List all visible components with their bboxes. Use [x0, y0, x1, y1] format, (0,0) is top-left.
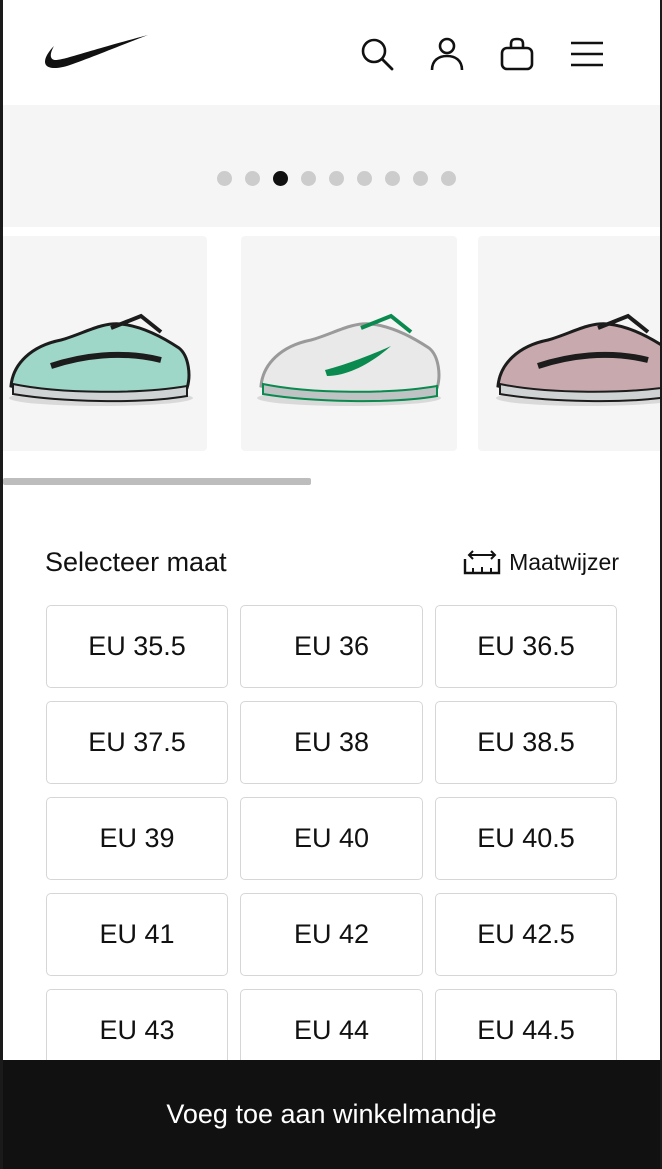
size-option[interactable]: EU 36 — [240, 605, 423, 688]
carousel-dot[interactable] — [384, 171, 400, 186]
size-option[interactable]: EU 41 — [46, 893, 228, 976]
search-icon[interactable] — [357, 34, 397, 74]
bag-icon[interactable] — [497, 34, 537, 74]
site-header — [0, 0, 662, 105]
sneaker-image — [257, 313, 441, 406]
carousel-dot[interactable] — [300, 171, 316, 186]
carousel-dot[interactable] — [440, 171, 456, 186]
sneaker-image — [496, 313, 660, 406]
nike-swoosh-logo[interactable] — [44, 32, 150, 74]
size-guide-label: Maatwijzer — [509, 548, 619, 575]
thumbnail-shoe-mauve[interactable] — [478, 236, 660, 451]
size-selector-header: Selecteer maat Maatwijzer — [45, 545, 619, 579]
thumbnail-shoe-green[interactable] — [241, 236, 457, 451]
size-option[interactable]: EU 37.5 — [46, 701, 228, 784]
size-option[interactable]: EU 40 — [240, 797, 423, 880]
carousel-dot[interactable] — [328, 171, 344, 186]
size-grid: EU 35.5 EU 36 EU 36.5 EU 37.5 EU 38 EU 3… — [46, 605, 617, 1072]
color-thumbnails — [3, 236, 660, 452]
size-option[interactable]: EU 42 — [240, 893, 423, 976]
carousel-dot[interactable] — [244, 171, 260, 186]
carousel-dot[interactable] — [412, 171, 428, 186]
ruler-icon — [463, 550, 501, 575]
size-option[interactable]: EU 38 — [240, 701, 423, 784]
size-guide-link[interactable]: Maatwijzer — [463, 545, 619, 579]
carousel-dot[interactable] — [216, 171, 232, 186]
size-option[interactable]: EU 42.5 — [435, 893, 617, 976]
sneaker-image — [9, 313, 193, 406]
size-option[interactable]: EU 38.5 — [435, 701, 617, 784]
size-option[interactable]: EU 40.5 — [435, 797, 617, 880]
menu-icon[interactable] — [567, 34, 607, 74]
carousel-dot[interactable] — [272, 171, 288, 186]
product-gallery[interactable] — [3, 105, 660, 227]
size-title: Selecteer maat — [45, 547, 227, 577]
size-option[interactable]: EU 35.5 — [46, 605, 228, 688]
add-to-cart-button[interactable]: Voeg toe aan winkelmandje — [3, 1060, 660, 1169]
carousel-dot[interactable] — [356, 171, 372, 186]
size-option[interactable]: EU 39 — [46, 797, 228, 880]
add-to-cart-label: Voeg toe aan winkelmandje — [166, 1099, 497, 1129]
thumbnail-shoe-mint[interactable] — [3, 236, 207, 451]
account-icon[interactable] — [427, 34, 467, 74]
size-option[interactable]: EU 36.5 — [435, 605, 617, 688]
thumbnail-scrollbar[interactable] — [3, 478, 311, 485]
carousel-dots — [3, 171, 660, 187]
